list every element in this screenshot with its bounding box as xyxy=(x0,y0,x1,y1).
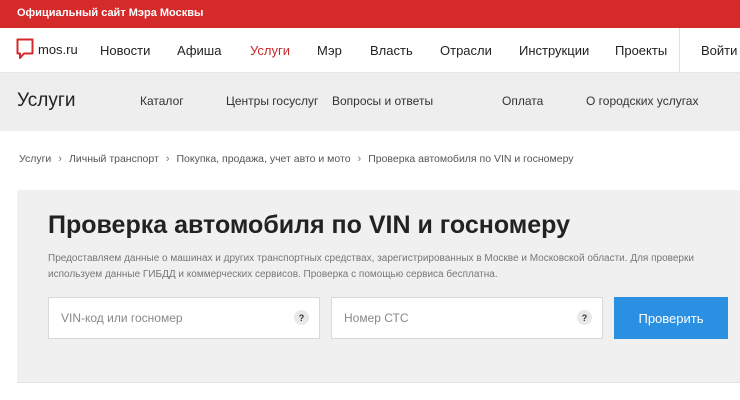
page-description: Предоставляем данные о машинах и других … xyxy=(48,253,694,280)
nav-mayor[interactable]: Мэр xyxy=(317,43,342,58)
official-site-label: Официальный сайт Мэра Москвы xyxy=(17,7,204,19)
sts-input[interactable] xyxy=(344,298,564,338)
breadcrumb: Услуги › Личный транспорт › Покупка, про… xyxy=(19,152,574,166)
nav-news[interactable]: Новости xyxy=(100,43,150,58)
nav-projects[interactable]: Проекты xyxy=(615,43,667,58)
sts-help-icon[interactable]: ? xyxy=(577,310,592,325)
logo-text: mos.ru xyxy=(38,41,78,57)
vin-check-card: Проверка автомобиля по VIN и госномеру П… xyxy=(17,190,740,382)
subnav-payment[interactable]: Оплата xyxy=(502,94,543,108)
nav-government[interactable]: Власть xyxy=(370,43,413,58)
section-title: Услуги xyxy=(17,90,76,111)
subnav-catalog[interactable]: Каталог xyxy=(140,94,184,108)
breadcrumb-link[interactable]: Покупка, продажа, учет авто и мото xyxy=(176,153,350,165)
check-button[interactable]: Проверить xyxy=(614,297,728,339)
subnav-faq[interactable]: Вопросы и ответы xyxy=(332,94,433,108)
mos-logo-icon xyxy=(16,38,34,59)
subnav-service-centers[interactable]: Центры госуслуг xyxy=(226,94,318,108)
vin-help-icon[interactable]: ? xyxy=(294,310,309,325)
nav-services[interactable]: Услуги xyxy=(250,43,290,58)
chevron-right-icon: › xyxy=(165,153,170,165)
nav-sectors[interactable]: Отрасли xyxy=(440,43,492,58)
site-logo[interactable]: mos.ru xyxy=(16,38,78,60)
breadcrumb-link[interactable]: Личный транспорт xyxy=(69,153,159,165)
chevron-right-icon: › xyxy=(357,153,362,165)
chevron-right-icon: › xyxy=(58,153,62,165)
login-link[interactable]: Войти xyxy=(701,43,737,58)
top-banner: Официальный сайт Мэра Москвы xyxy=(0,0,740,28)
vin-input[interactable] xyxy=(61,298,281,338)
section-subnav: Услуги Каталог Центры госуслуг Вопросы и… xyxy=(0,73,740,131)
breadcrumb-current: Проверка автомобиля по VIN и госномеру xyxy=(368,153,574,165)
breadcrumb-link[interactable]: Услуги xyxy=(19,153,51,165)
nav-divider xyxy=(679,28,680,72)
nav-instructions[interactable]: Инструкции xyxy=(519,43,589,58)
page-title: Проверка автомобиля по VIN и госномеру xyxy=(48,211,571,239)
subnav-about-services[interactable]: О городских услугах xyxy=(586,94,698,108)
nav-afisha[interactable]: Афиша xyxy=(177,43,221,58)
divider xyxy=(17,382,740,383)
sts-field[interactable]: ? xyxy=(331,297,603,339)
vin-field[interactable]: ? xyxy=(48,297,320,339)
main-nav: mos.ru Новости Афиша Услуги Мэр Власть О… xyxy=(0,28,740,73)
